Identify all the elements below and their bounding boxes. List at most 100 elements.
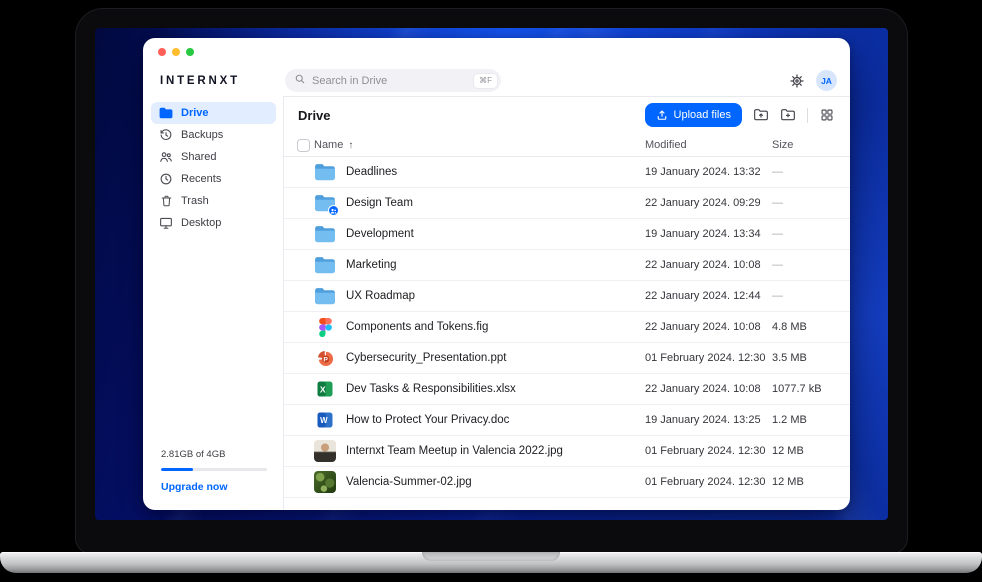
upload-files-label: Upload files [674,109,731,121]
grid-view-icon[interactable] [819,107,835,123]
file-size: — [772,228,838,240]
column-header-modified[interactable]: Modified [645,139,772,151]
sidebar-item-drive[interactable]: Drive [151,102,276,124]
excel-icon: X [314,378,336,400]
laptop-base-notch [422,552,560,561]
file-list: Deadlines19 January 2024. 13:32—Design T… [284,157,850,510]
file-modified: 19 January 2024. 13:34 [645,228,772,240]
new-folder-icon[interactable] [780,107,796,123]
search-input[interactable]: Search in Drive ⌘F [285,69,501,92]
search-placeholder: Search in Drive [312,75,387,87]
file-row[interactable]: Internxt Team Meetup in Valencia 2022.jp… [284,436,850,467]
file-modified: 22 January 2024. 10:08 [645,321,772,333]
upload-icon [656,109,668,121]
file-modified: 22 January 2024. 12:44 [645,290,772,302]
header-actions: JA [789,70,837,91]
desktop-wallpaper: INTERNXT Search in Drive ⌘F JA [95,28,888,520]
file-row[interactable]: Marketing22 January 2024. 10:08— [284,250,850,281]
figma-icon [314,316,336,338]
sort-ascending-icon: ↑ [348,140,353,151]
upgrade-link[interactable]: Upgrade now [161,481,228,493]
file-row[interactable]: Valencia-Summer-02.jpg01 February 2024. … [284,467,850,498]
storage-panel: 2.81GB of 4GB Upgrade now [143,449,283,510]
svg-text:X: X [320,384,326,394]
close-window-button[interactable] [158,48,166,56]
file-row[interactable]: Development19 January 2024. 13:34— [284,219,850,250]
file-name: Components and Tokens.fig [346,321,645,333]
sidebar: Drive Backups SharedRecents Trash Desktop 2.… [143,96,283,510]
file-name: Dev Tasks & Responsibilities.xlsx [346,383,645,395]
sidebar-item-backups[interactable]: Backups [151,124,276,146]
file-modified: 01 February 2024. 12:30 [645,476,772,488]
file-size: 12 MB [772,445,838,457]
svg-text:W: W [320,416,328,425]
select-all-checkbox[interactable] [297,139,310,152]
storage-usage-label: 2.81GB of 4GB [161,449,267,460]
drive-folder-icon [159,106,173,120]
file-modified: 22 January 2024. 09:29 [645,197,772,209]
column-header-name[interactable]: Name ↑ [314,139,645,151]
file-row[interactable]: Design Team22 January 2024. 09:29— [284,188,850,219]
upload-folder-icon[interactable] [753,107,769,123]
file-name: Development [346,228,645,240]
file-size: 12 MB [772,476,838,488]
column-header-size[interactable]: Size [772,139,838,151]
file-size: — [772,166,838,178]
laptop-screen-bezel: INTERNXT Search in Drive ⌘F JA [75,8,908,554]
file-modified: 22 January 2024. 10:08 [645,383,772,395]
breadcrumb: Drive [298,108,331,123]
file-size: — [772,259,838,271]
sidebar-item-trash[interactable]: Trash [151,190,276,212]
laptop-base [0,552,982,573]
user-avatar[interactable]: JA [816,70,837,91]
toolbar-actions: Upload files [645,103,835,127]
file-size: 1.2 MB [772,414,838,426]
app-window: INTERNXT Search in Drive ⌘F JA [143,38,850,510]
minimize-window-button[interactable] [172,48,180,56]
file-modified: 01 February 2024. 12:30 [645,352,772,364]
sidebar-item-desktop[interactable]: Desktop [151,212,276,234]
table-header: Name ↑ Modified Size [284,134,850,157]
powerpoint-icon: P [314,347,336,369]
sidebar-item-label: Trash [181,195,209,207]
file-modified: 19 January 2024. 13:32 [645,166,772,178]
file-name: How to Protect Your Privacy.doc [346,414,645,426]
file-row[interactable]: X Dev Tasks & Responsibilities.xlsx22 Jan… [284,374,850,405]
shared-badge [328,205,339,216]
sidebar-item-label: Desktop [181,217,221,229]
window-controls [158,48,194,56]
sidebar-item-label: Drive [181,107,209,119]
folder-shared-icon [314,192,336,214]
file-size: 1077.7 kB [772,383,838,395]
file-size: — [772,290,838,302]
file-row[interactable]: W How to Protect Your Privacy.doc19 Janua… [284,405,850,436]
settings-gear-icon[interactable] [789,73,805,89]
file-row[interactable]: Components and Tokens.fig22 January 2024… [284,312,850,343]
file-name: Marketing [346,259,645,271]
folder-icon [314,254,336,276]
photo-foliage-icon [314,471,336,493]
file-name: Cybersecurity_Presentation.ppt [346,352,645,364]
photo-portrait-icon [314,440,336,462]
folder-icon [314,161,336,183]
sidebar-item-shared[interactable]: Shared [151,146,276,168]
file-row[interactable]: Deadlines19 January 2024. 13:32— [284,157,850,188]
file-size: 4.8 MB [772,321,838,333]
sidebar-item-label: Backups [181,129,223,141]
sidebar-item-recents[interactable]: Recents [151,168,276,190]
file-modified: 01 February 2024. 12:30 [645,445,772,457]
file-name: Deadlines [346,166,645,178]
zoom-window-button[interactable] [186,48,194,56]
storage-progress-bar [161,468,267,471]
folder-icon [314,223,336,245]
name-column-label: Name [314,139,343,151]
file-name: Internxt Team Meetup in Valencia 2022.jp… [346,445,645,457]
search-icon [294,72,306,90]
sidebar-nav: Drive Backups SharedRecents Trash Desktop [143,96,283,234]
upload-files-button[interactable]: Upload files [645,103,742,127]
file-row[interactable]: P Cybersecurity_Presentation.ppt01 Februa… [284,343,850,374]
backups-icon [159,128,173,142]
file-row[interactable]: UX Roadmap22 January 2024. 12:44— [284,281,850,312]
file-modified: 19 January 2024. 13:25 [645,414,772,426]
svg-text:P: P [323,356,328,363]
